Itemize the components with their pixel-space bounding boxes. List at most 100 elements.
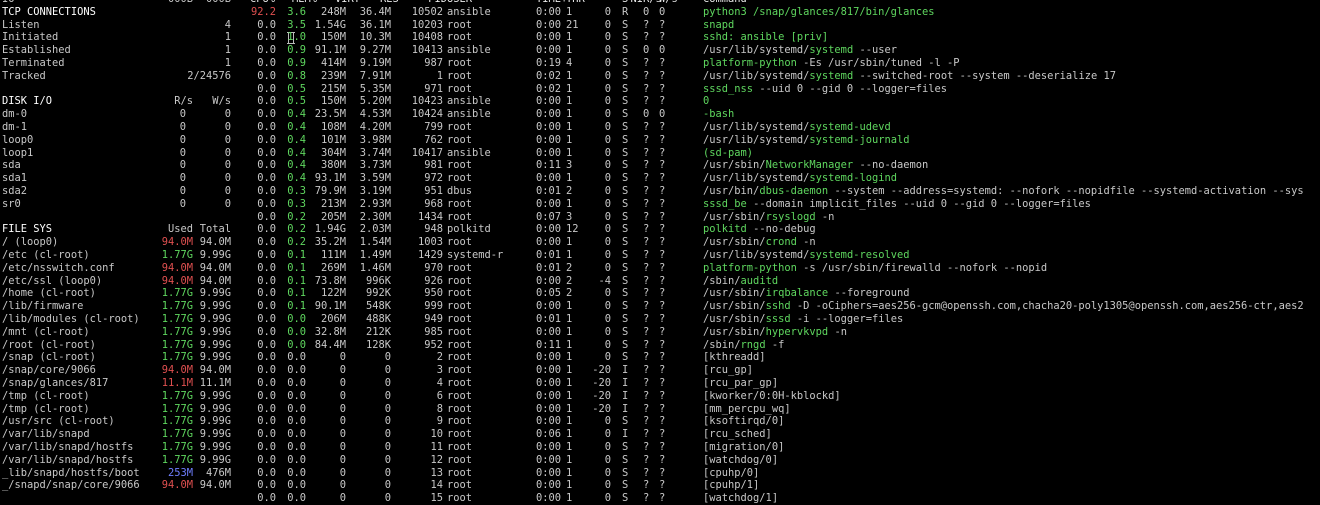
fs-row: /var/lib/snapd/hostfs 1.77G 9.99G 0.0 0.0 0 0 1… bbox=[0, 454, 1320, 467]
proc-cpu: 0.0 bbox=[257, 69, 276, 82]
proc-cpu: 0.0 bbox=[257, 287, 276, 300]
proc-mem: 0.4 bbox=[287, 159, 306, 172]
disk-read: 0 bbox=[179, 108, 186, 121]
proc-pid: 799 bbox=[424, 121, 443, 133]
fs-row: /tmp (cl-root) 1.77G 9.99G 0.0 0.0 0 0 6 root 0:0… bbox=[0, 390, 1320, 403]
proc-user: root bbox=[447, 261, 473, 274]
disk-write: 0 bbox=[224, 133, 231, 146]
proc-command: --foreground bbox=[828, 287, 910, 300]
proc-threads: 1 bbox=[566, 364, 573, 377]
proc-time: 0:00 bbox=[536, 364, 562, 377]
proc-write-rate: ? bbox=[659, 466, 666, 479]
process-row: 0.0 0.1 122M 992K 950 root 0:05 2 0 S?? /usr/sbin/… bbox=[0, 287, 1320, 300]
proc-command: /usr/bin/ bbox=[703, 185, 760, 197]
proc-res: 548K bbox=[365, 300, 391, 313]
proc-write-rate: ? bbox=[659, 223, 666, 236]
proc-mem: 0.0 bbox=[287, 364, 306, 377]
proc-pid: 9 bbox=[436, 415, 443, 428]
proc-mem: 1.0 bbox=[287, 31, 306, 44]
proc-cpu: 0.0 bbox=[257, 453, 276, 466]
proc-pid: 11 bbox=[430, 441, 443, 453]
fs-total-header: Total bbox=[199, 223, 231, 236]
proc-mem: 3.6 bbox=[287, 5, 306, 18]
proc-state: S bbox=[622, 236, 629, 249]
proc-read-rate: ? bbox=[643, 146, 650, 159]
proc-nice: 0 bbox=[604, 159, 611, 172]
proc-write-rate: ? bbox=[659, 402, 666, 415]
proc-time: 0:11 bbox=[536, 159, 562, 172]
proc-user: root bbox=[447, 287, 473, 300]
proc-state: I bbox=[622, 428, 629, 441]
proc-state: I bbox=[622, 364, 629, 377]
proc-res: 0 bbox=[384, 389, 391, 402]
fs-mount: /root (cl-root) bbox=[2, 338, 96, 351]
fs-total: 476M bbox=[205, 466, 231, 479]
proc-cpu: 0.0 bbox=[257, 377, 276, 389]
proc-mem: 0.0 bbox=[287, 492, 306, 505]
proc-user: root bbox=[447, 441, 473, 453]
proc-time: 0:19 bbox=[536, 57, 562, 69]
disk-write: 0 bbox=[224, 159, 231, 172]
proc-write-rate: ? bbox=[659, 95, 666, 108]
proc-nice: 0 bbox=[604, 223, 611, 236]
proc-time: 0:00 bbox=[536, 274, 562, 287]
proc-threads: 2 bbox=[566, 274, 573, 287]
proc-pid: 1003 bbox=[417, 236, 443, 249]
proc-nice: 0 bbox=[604, 351, 611, 364]
proc-read-rate: ? bbox=[643, 402, 650, 415]
proc-state: S bbox=[622, 108, 629, 121]
proc-command: [cpuhp/1] bbox=[703, 479, 760, 492]
proc-threads: 3 bbox=[566, 210, 573, 223]
proc-command: /usr/sbin/ bbox=[703, 210, 766, 223]
process-row: 0.0 0.4 304M 3.74M 10417 ansible 0:00 1 0 S?? (sd-… bbox=[0, 147, 1320, 160]
proc-threads: 12 bbox=[566, 223, 579, 236]
proc-state: S bbox=[622, 69, 629, 82]
proc-write-rate: ? bbox=[659, 338, 666, 351]
disk-name: loop0 bbox=[2, 133, 34, 146]
proc-virt: 0 bbox=[339, 428, 346, 441]
proc-state: S bbox=[622, 479, 629, 492]
proc-virt: 239M bbox=[320, 69, 346, 82]
proc-read-rate: ? bbox=[643, 300, 650, 313]
fs-used: 1.77G bbox=[161, 249, 193, 261]
proc-cpu: 0.0 bbox=[257, 415, 276, 428]
proc-state: S bbox=[622, 82, 629, 95]
proc-pid: 762 bbox=[424, 133, 443, 146]
proc-mem: 0.1 bbox=[287, 261, 306, 274]
proc-read-rate: ? bbox=[643, 338, 650, 351]
proc-user: polkitd bbox=[447, 223, 491, 236]
proc-virt: 23.5M bbox=[314, 108, 346, 121]
proc-threads: 1 bbox=[566, 44, 573, 57]
proc-virt: 0 bbox=[339, 351, 346, 364]
disk-io-title: DISK I/O bbox=[2, 95, 53, 108]
process-row: 0.0 0.0 0 0 10 root 0:06 1 0 I?? [rcu_sched] bbox=[0, 428, 1320, 441]
tcp-label: Listen bbox=[2, 18, 40, 31]
fs-used-header: Used bbox=[167, 223, 193, 236]
proc-command: -D -oCiphers=aes256-gcm@openssh.com,chac… bbox=[790, 300, 1304, 313]
proc-time: 0:02 bbox=[536, 82, 562, 95]
proc-user: root bbox=[447, 236, 473, 249]
proc-write-rate: ? bbox=[659, 57, 666, 69]
proc-cpu: 0.0 bbox=[257, 325, 276, 338]
proc-pid: 970 bbox=[424, 261, 443, 274]
proc-state: S bbox=[622, 159, 629, 172]
proc-mem: 0.0 bbox=[287, 441, 306, 453]
proc-state: S bbox=[622, 210, 629, 223]
proc-virt: 1.54G bbox=[314, 18, 346, 31]
fs-mount: /mnt (cl-root) bbox=[2, 325, 90, 338]
proc-command: irqbalance bbox=[765, 287, 829, 300]
proc-res: 4.20M bbox=[359, 121, 391, 133]
proc-pid: 1 bbox=[436, 69, 443, 82]
proc-res: 0 bbox=[384, 453, 391, 466]
proc-cpu: 0.0 bbox=[257, 479, 276, 492]
proc-virt: 304M bbox=[320, 146, 346, 159]
disk-row: sr0 0 0 0.0 0.3 213M 2.93M 968 root 0:00 1 0 S?? sssd… bbox=[0, 198, 1320, 211]
proc-pid: 981 bbox=[424, 159, 443, 172]
glances-terminal[interactable]: IO000B000BCPU%MEM%VIRTRESPIDUSERTIME+THR… bbox=[0, 0, 1320, 504]
proc-state: S bbox=[622, 492, 629, 505]
proc-read-rate: ? bbox=[643, 69, 650, 82]
proc-cpu: 0.0 bbox=[257, 31, 276, 44]
proc-command: hypervkvpd bbox=[765, 325, 829, 338]
process-row: 0.0 0.2 35.2M 1.54M 1003 root 0:00 1 0 S?? /usr/sb… bbox=[0, 236, 1320, 249]
proc-cpu: 0.0 bbox=[257, 402, 276, 415]
